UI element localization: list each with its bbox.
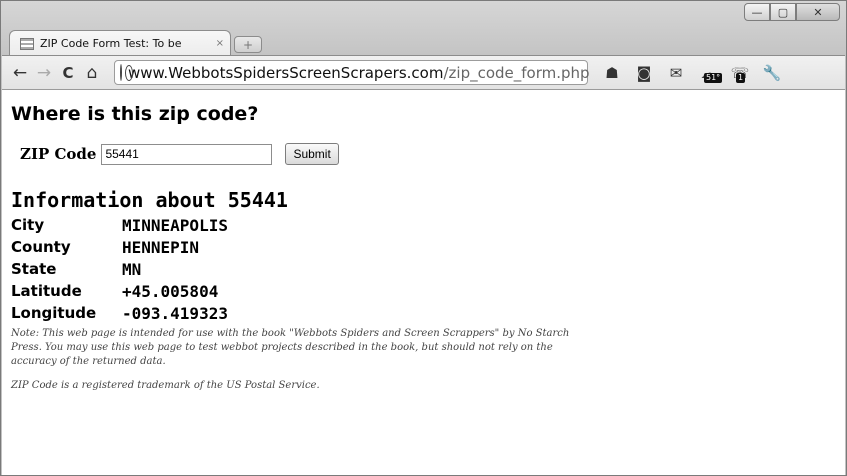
- info-key: State: [11, 260, 57, 278]
- window-controls: — ▢ ✕: [744, 3, 840, 21]
- zip-code-form: ZIP Code Submit: [20, 143, 845, 165]
- info-key: County: [11, 238, 71, 256]
- info-key: Longitude: [11, 304, 97, 322]
- extension-icons: ☗ ◙ ✉ ☁51° ☏1 🔧: [602, 64, 782, 83]
- phone-badge: 1: [736, 72, 746, 83]
- tab-title: ZIP Code Form Test: To be: [40, 37, 182, 50]
- disclaimer-note: Note: This web page is intended for use …: [11, 328, 570, 367]
- info-value: -093.419323: [122, 303, 228, 323]
- page-viewport: Where is this zip code? ZIP Code Submit …: [2, 90, 845, 475]
- info-key: City: [11, 216, 45, 234]
- info-row-latitude: Latitude +45.005804: [11, 280, 228, 302]
- info-title: Information about 55441: [11, 188, 288, 212]
- globe-icon: [120, 64, 133, 81]
- zip-code-input[interactable]: [101, 143, 273, 165]
- new-tab-button[interactable]: +: [234, 36, 262, 53]
- zip-code-label: ZIP Code: [20, 145, 97, 163]
- weather-badge: 51°: [704, 72, 723, 83]
- forward-icon[interactable]: →: [32, 63, 56, 83]
- submit-button[interactable]: Submit: [285, 143, 339, 165]
- minimize-button[interactable]: —: [744, 3, 770, 21]
- tab-close-icon[interactable]: ×: [216, 38, 224, 49]
- reload-icon[interactable]: C: [56, 64, 80, 82]
- page-title: Where is this zip code?: [11, 103, 259, 125]
- info-value: MINNEAPOLIS: [122, 215, 228, 235]
- url-path: /zip_code_form.php: [443, 63, 590, 82]
- robot-extension-icon[interactable]: ☗: [602, 64, 622, 82]
- phone-extension-icon[interactable]: ☏1: [730, 64, 750, 83]
- info-row-state: State MN: [11, 258, 228, 280]
- info-key: Latitude: [11, 282, 82, 300]
- maximize-button[interactable]: ▢: [770, 3, 796, 21]
- favicon-icon: [20, 37, 34, 50]
- info-table: City MINNEAPOLIS County HENNEPIN State M…: [11, 214, 228, 324]
- browser-toolbar: ← → C ⌂ www.WebbotsSpidersScreenScrapers…: [2, 55, 845, 90]
- wrench-menu-icon[interactable]: 🔧: [762, 64, 782, 82]
- close-window-button[interactable]: ✕: [796, 3, 840, 21]
- info-row-county: County HENNEPIN: [11, 236, 228, 258]
- info-row-city: City MINNEAPOLIS: [11, 214, 228, 236]
- camera-extension-icon[interactable]: ◙: [634, 64, 654, 82]
- mail-extension-icon[interactable]: ✉: [666, 64, 686, 82]
- info-value: +45.005804: [122, 281, 219, 301]
- trademark-note: ZIP Code is a registered trademark of th…: [11, 380, 320, 391]
- tab-strip: ZIP Code Form Test: To be × +: [9, 28, 262, 56]
- info-value: HENNEPIN: [122, 237, 200, 257]
- weather-extension-icon[interactable]: ☁51°: [698, 64, 723, 83]
- url-domain: www.WebbotsSpidersScreenScrapers.com: [128, 63, 444, 82]
- info-value: MN: [122, 259, 142, 279]
- back-icon[interactable]: ←: [8, 63, 32, 83]
- browser-window: — ▢ ✕ ZIP Code Form Test: To be × + ← → …: [0, 0, 847, 476]
- browser-tab[interactable]: ZIP Code Form Test: To be ×: [9, 30, 231, 56]
- address-bar[interactable]: www.WebbotsSpidersScreenScrapers.com/zip…: [114, 60, 590, 85]
- home-icon[interactable]: ⌂: [80, 63, 104, 83]
- info-row-longitude: Longitude -093.419323: [11, 302, 228, 324]
